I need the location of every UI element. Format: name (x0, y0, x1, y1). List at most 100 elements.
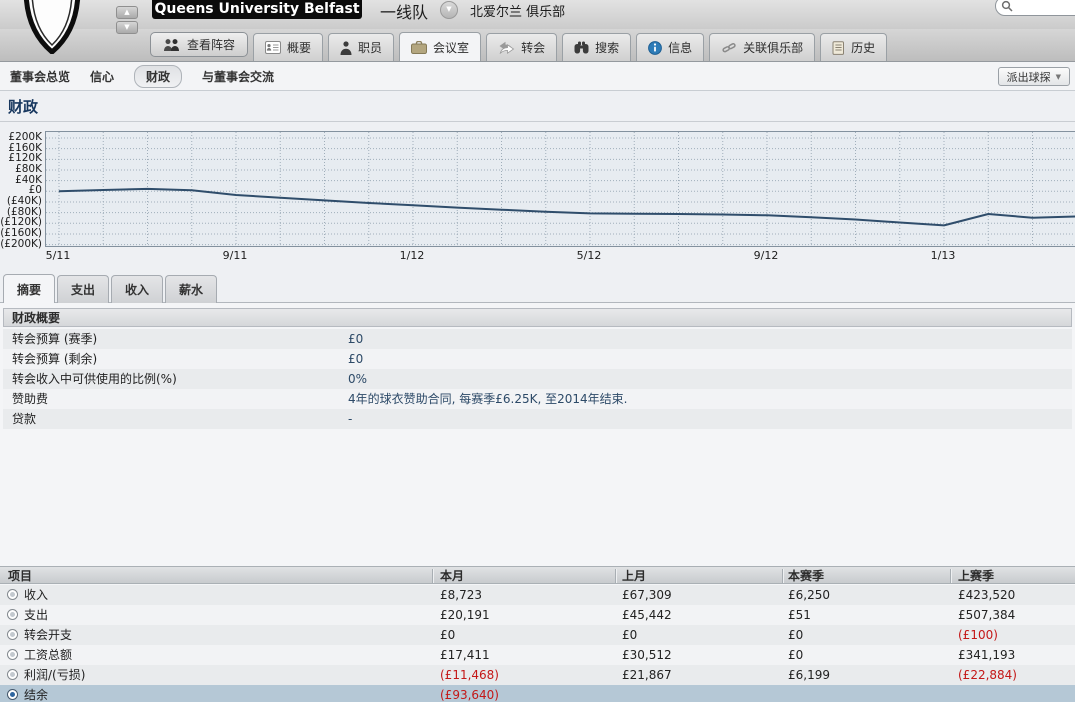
finance-table-header: 项目 本月 上月 本赛季 上赛季 (0, 566, 1075, 584)
squad-selector[interactable]: 一线队 (380, 0, 428, 23)
radio-button[interactable] (7, 609, 18, 620)
tab-label: 会议室 (433, 39, 469, 56)
row-value: £0 (788, 645, 803, 665)
table-row-income[interactable]: 收入£8,723£67,309£6,250£423,520 (0, 585, 1075, 605)
divider (0, 121, 1075, 122)
chart-y-tick: (£200K) (0, 238, 42, 250)
tab-label: 历史 (851, 39, 875, 56)
row-value: £45,442 (622, 605, 672, 625)
row-value: £0 (622, 625, 637, 645)
radio-button[interactable] (7, 689, 18, 700)
overview-row-transfer-budget-remaining: 转会预算 (剩余) £0 (3, 349, 1072, 369)
subnav-item-confidence[interactable]: 信心 (90, 68, 114, 85)
tab-information[interactable]: 信息 (636, 33, 704, 61)
table-row-balance[interactable]: 结余(£93,640) (0, 685, 1075, 702)
overview-row-label: 转会预算 (赛季) (12, 329, 97, 349)
sub-nav-bar: 董事会总览 信心 财政 与董事会交流 派出球探 ▼ (0, 62, 1075, 91)
column-divider (950, 569, 952, 583)
main-tab-bar: 查看阵容 概要 职员 会议室转会 搜索 信息关联俱乐部 历史 (0, 29, 1075, 62)
tab-overview[interactable]: 概要 (253, 33, 323, 61)
overview-row-label: 贷款 (12, 409, 36, 429)
row-label: 工资总额 (24, 645, 72, 665)
club-name-title: Queens University Belfast (152, 0, 362, 19)
send-scout-button[interactable]: 派出球探 ▼ (998, 67, 1070, 86)
column-header[interactable]: 本赛季 (788, 567, 824, 585)
finance-overview-header: 财政概要 (3, 308, 1072, 327)
row-value: £6,250 (788, 585, 830, 605)
chart-x-tick: 9/11 (213, 249, 257, 262)
link-icon (721, 41, 737, 54)
chart-x-tick: 1/12 (390, 249, 434, 262)
summary-tab-expenditure[interactable]: 支出 (57, 275, 109, 303)
radio-button[interactable] (7, 669, 18, 680)
radio-button[interactable] (7, 629, 18, 640)
row-value: £20,191 (440, 605, 490, 625)
table-row-profit-loss[interactable]: 利润/(亏损)(£11,468)£21,867£6,199(£22,884) (0, 665, 1075, 685)
row-label: 收入 (24, 585, 48, 605)
row-value: (£11,468) (440, 665, 499, 685)
club-region-label: 北爱尔兰 俱乐部 (470, 1, 565, 20)
summary-tab-wages[interactable]: 薪水 (165, 275, 217, 303)
club-crest-logo (20, 0, 84, 54)
info-icon (648, 41, 662, 55)
column-header[interactable]: 本月 (440, 567, 464, 585)
summary-tab-income[interactable]: 收入 (111, 275, 163, 303)
tab-squad[interactable]: 查看阵容 (150, 32, 248, 57)
column-header[interactable]: 上赛季 (958, 567, 994, 585)
row-value: £341,193 (958, 645, 1015, 665)
history-icon (832, 41, 845, 55)
summary-tab-summary[interactable]: 摘要 (3, 274, 55, 303)
table-row-wage-total[interactable]: 工资总额£17,411£30,512£0£341,193 (0, 645, 1075, 665)
column-header[interactable]: 上月 (622, 567, 646, 585)
row-value: £6,199 (788, 665, 830, 685)
squad-icon (163, 38, 181, 51)
row-label: 支出 (24, 605, 48, 625)
overview-row-transfer-budget-season: 转会预算 (赛季)£0 (3, 329, 1072, 349)
chart-x-tick: 9/12 (744, 249, 788, 262)
column-divider (432, 569, 434, 583)
stepper-up-icon[interactable]: ▲ (116, 6, 138, 19)
table-row-transfer-spending[interactable]: 转会开支£0£0£0(£100) (0, 625, 1075, 645)
tab-history[interactable]: 历史 (820, 33, 887, 61)
row-value: £0 (440, 625, 455, 645)
tab-label: 查看阵容 (187, 36, 235, 53)
subnav-item-board-overview[interactable]: 董事会总览 (10, 68, 70, 85)
subnav-item-finances[interactable]: 财政 (134, 65, 182, 88)
overview-row-label: 转会预算 (剩余) (12, 349, 97, 369)
tab-search[interactable]: 搜索 (562, 33, 631, 61)
row-label: 结余 (24, 685, 48, 702)
chevron-down-icon[interactable]: ▼ (440, 1, 458, 19)
table-row-expenditure[interactable]: 支出 £20,191 £45,442 £51 £507,384 (0, 605, 1075, 625)
overview-row-value: £0 (348, 349, 363, 369)
tab-label: 职员 (358, 39, 382, 56)
column-header[interactable]: 项目 (8, 567, 32, 585)
tab-label: 搜索 (595, 39, 619, 56)
subnav-item-board-interaction[interactable]: 与董事会交流 (202, 68, 274, 85)
tab-staff[interactable]: 职员 (328, 33, 394, 61)
staff-icon (340, 41, 352, 55)
tab-boardroom[interactable]: 会议室 (399, 32, 481, 61)
page-title: 财政 (8, 96, 38, 117)
row-value: £21,867 (622, 665, 672, 685)
overview-icon (265, 41, 281, 54)
tab-affiliated-clubs[interactable]: 关联俱乐部 (709, 33, 815, 61)
search-box[interactable] (995, 0, 1075, 16)
chart-x-tick: 5/11 (36, 249, 80, 262)
row-value: £30,512 (622, 645, 672, 665)
tab-transfers[interactable]: 转会 (486, 33, 557, 61)
binoculars-icon (574, 41, 589, 54)
row-value: £8,723 (440, 585, 482, 605)
radio-button[interactable] (7, 649, 18, 660)
tab-label: 信息 (668, 39, 692, 56)
search-input[interactable] (1013, 0, 1075, 14)
row-value: £67,309 (622, 585, 672, 605)
chart-plot-area (45, 131, 1075, 247)
column-divider (615, 569, 617, 583)
transfer-arrows-icon (498, 41, 515, 54)
app-window: Queens University Belfast 一线队 ▼ 北爱尔兰 俱乐部… (0, 0, 1075, 702)
row-value: £51 (788, 605, 811, 625)
chevron-down-icon: ▼ (1056, 73, 1061, 81)
radio-button[interactable] (7, 589, 18, 600)
row-value: £507,384 (958, 605, 1015, 625)
stepper-down-icon[interactable]: ▼ (116, 21, 138, 34)
